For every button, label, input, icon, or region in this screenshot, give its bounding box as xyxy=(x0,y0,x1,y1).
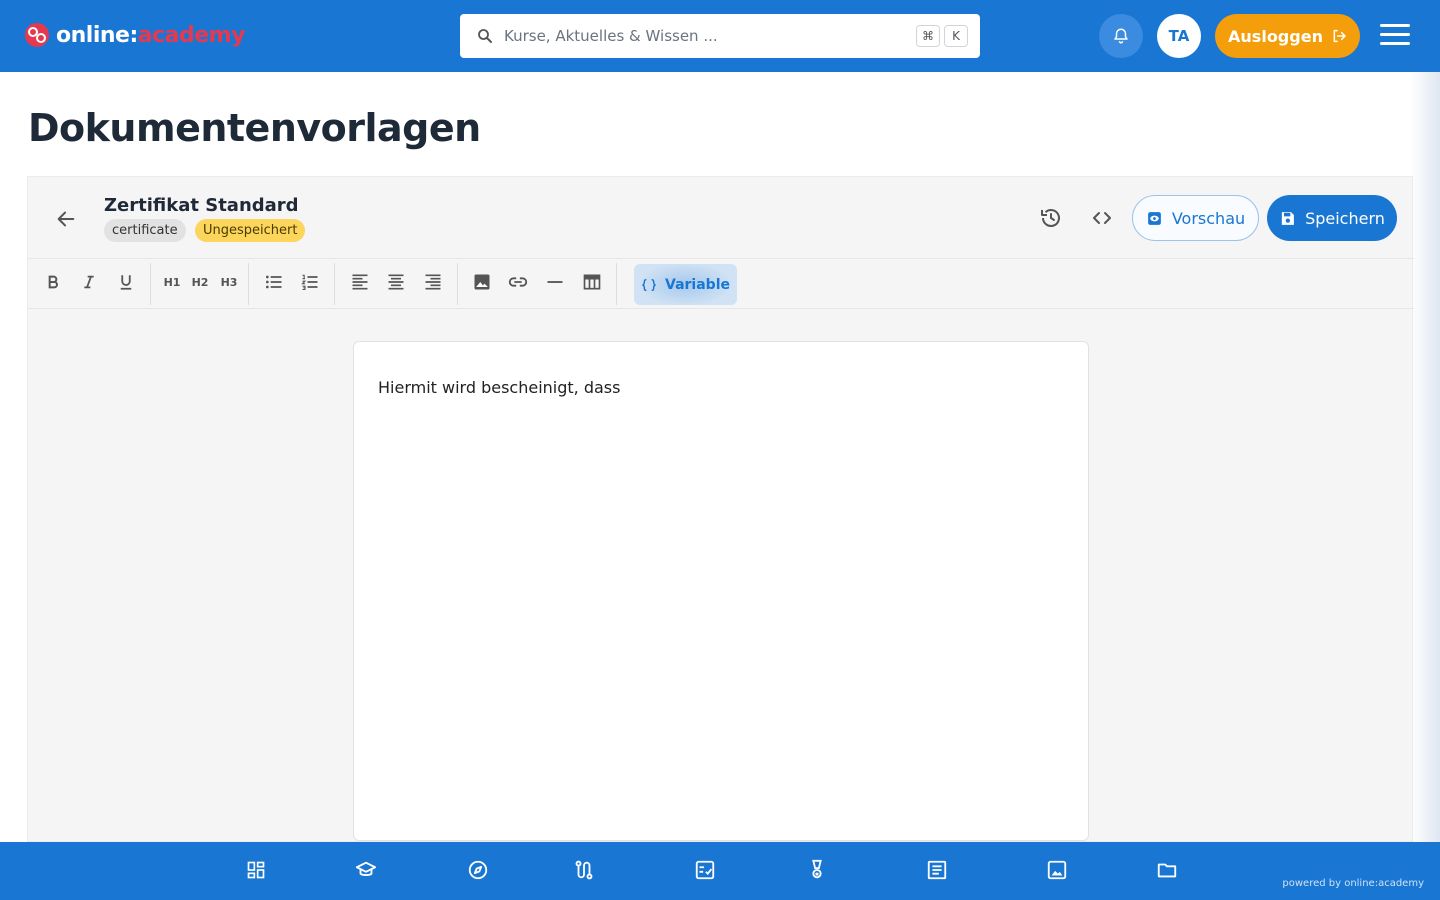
logo-text: online:academy xyxy=(56,23,245,48)
arrow-left-icon xyxy=(57,211,75,227)
toolbar-divider xyxy=(150,263,151,305)
save-label: Speichern xyxy=(1305,208,1385,228)
nav-learning-paths-icon[interactable] xyxy=(572,858,596,882)
logout-button[interactable]: Ausloggen xyxy=(1215,14,1360,58)
insert-variable-button[interactable]: Variable xyxy=(634,264,737,305)
nav-files-icon[interactable] xyxy=(1155,858,1179,882)
logo-text-primary: online: xyxy=(56,22,138,48)
bold-button[interactable] xyxy=(37,266,69,298)
nav-articles-icon[interactable] xyxy=(925,858,949,882)
save-button[interactable]: Speichern xyxy=(1267,195,1397,241)
avatar[interactable]: TA xyxy=(1157,14,1201,58)
align-left-button[interactable] xyxy=(344,266,376,298)
page-title: Dokumentenvorlagen xyxy=(28,106,481,150)
bell-icon xyxy=(1114,28,1128,44)
powered-by-text: powered by online:academy xyxy=(1282,878,1424,889)
image-button[interactable] xyxy=(466,266,498,298)
table-button[interactable] xyxy=(576,266,608,298)
preview-icon xyxy=(1147,211,1161,225)
toolbar-divider xyxy=(334,263,335,305)
preview-label: Vorschau xyxy=(1171,208,1246,228)
toolbar-divider xyxy=(248,263,249,305)
document-canvas[interactable]: Hiermit wird bescheinigt, dass xyxy=(353,341,1089,841)
search-icon xyxy=(478,29,492,43)
braces-icon xyxy=(641,278,657,291)
logo-text-accent: academy xyxy=(137,22,246,48)
status-badge: Ungespeichert xyxy=(195,219,306,242)
template-editor: Zertifikat Standard certificate Ungespei… xyxy=(27,176,1414,842)
top-bar: online:academy ⌘ K TA Ausloggen xyxy=(0,0,1440,72)
numbered-list-button[interactable] xyxy=(294,266,326,298)
code-icon xyxy=(1093,212,1111,224)
link-icon xyxy=(508,277,528,287)
notifications-button[interactable] xyxy=(1099,14,1143,58)
nav-courses-icon[interactable] xyxy=(354,858,378,882)
bullet-list-icon xyxy=(266,275,282,289)
align-center-icon xyxy=(388,274,404,290)
italic-icon xyxy=(84,275,94,289)
side-shadow xyxy=(1410,72,1440,842)
nav-explore-icon[interactable] xyxy=(466,858,490,882)
align-right-icon xyxy=(425,274,441,290)
document-title: Zertifikat Standard xyxy=(104,195,299,216)
document-content[interactable]: Hiermit wird bescheinigt, dass xyxy=(378,378,620,397)
source-code-button[interactable] xyxy=(1085,201,1119,235)
toolbar-divider xyxy=(616,263,617,305)
underline-button[interactable] xyxy=(110,266,142,298)
save-icon xyxy=(1281,211,1294,225)
heading-3-button[interactable]: H3 xyxy=(213,266,245,298)
toolbar-divider xyxy=(457,263,458,305)
search-bar[interactable]: ⌘ K xyxy=(460,14,980,58)
horizontal-rule-button[interactable] xyxy=(539,266,571,298)
bullet-list-button[interactable] xyxy=(258,266,290,298)
heading-2-button[interactable]: H2 xyxy=(184,266,216,298)
italic-button[interactable] xyxy=(73,266,105,298)
back-button[interactable] xyxy=(50,203,82,235)
link-button[interactable] xyxy=(502,266,534,298)
variable-label: Variable xyxy=(665,276,730,293)
numbered-list-icon xyxy=(301,274,318,291)
align-center-button[interactable] xyxy=(380,266,412,298)
underline-icon xyxy=(120,275,132,290)
editor-header: Zertifikat Standard certificate Ungespei… xyxy=(28,177,1414,259)
menu-icon[interactable] xyxy=(1380,24,1410,48)
table-icon xyxy=(583,274,601,290)
logout-icon xyxy=(1333,29,1346,43)
preview-button[interactable]: Vorschau xyxy=(1132,195,1259,241)
shortcut-key: K xyxy=(944,25,968,47)
logo[interactable]: online:academy xyxy=(24,20,245,50)
history-button[interactable] xyxy=(1034,201,1068,235)
logo-icon xyxy=(25,23,49,47)
align-left-icon xyxy=(352,274,368,290)
shortcut-modifier-key: ⌘ xyxy=(916,25,940,47)
horizontal-rule-icon xyxy=(547,281,563,283)
nav-media-icon[interactable] xyxy=(1045,858,1069,882)
bold-icon xyxy=(48,275,58,289)
nav-dashboard-icon[interactable] xyxy=(244,858,268,882)
align-right-button[interactable] xyxy=(417,266,449,298)
search-input[interactable] xyxy=(504,14,904,58)
history-icon xyxy=(1041,209,1060,227)
bottom-nav: powered by online:academy xyxy=(0,842,1440,900)
logout-label: Ausloggen xyxy=(1228,26,1323,46)
nav-tasks-icon[interactable] xyxy=(693,858,717,882)
image-icon xyxy=(474,274,490,290)
type-chip: certificate xyxy=(104,219,186,242)
formatting-toolbar: H1 H2 H3 Variable xyxy=(28,259,1414,309)
nav-awards-icon[interactable] xyxy=(805,858,829,882)
